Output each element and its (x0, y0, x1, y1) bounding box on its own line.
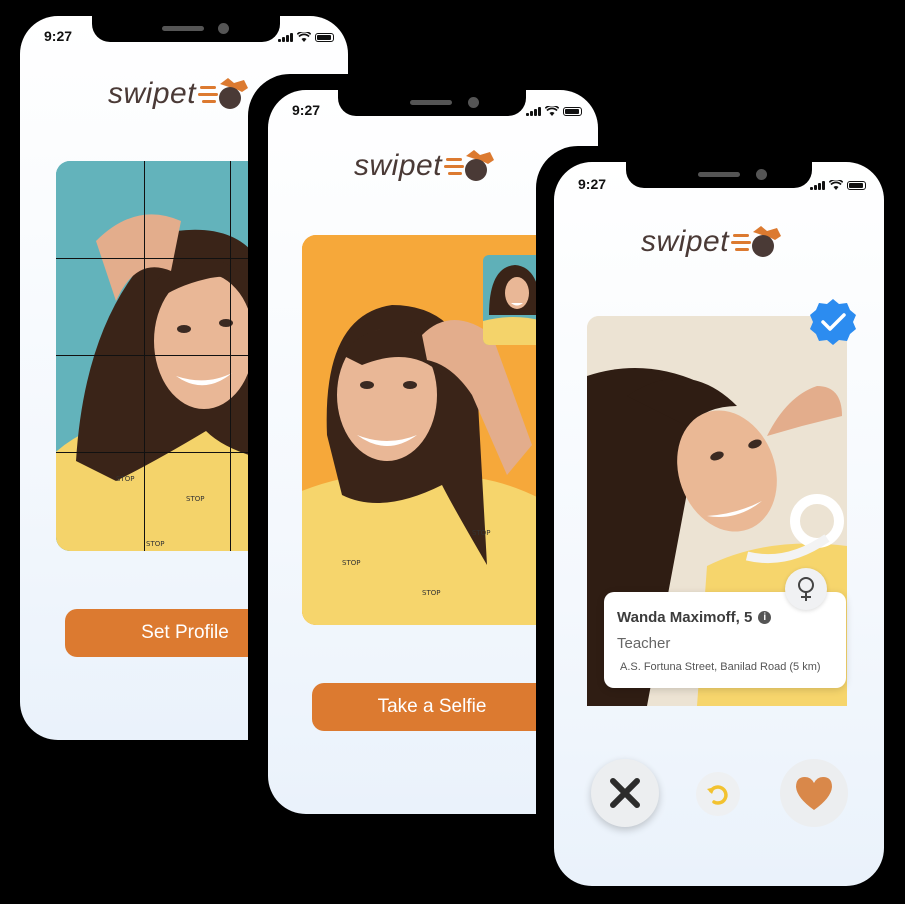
svg-text:STOP: STOP (116, 475, 134, 483)
battery-icon (562, 107, 582, 116)
pet-speed-icon (444, 150, 495, 181)
verified-check-icon (810, 299, 856, 345)
status-icons (810, 180, 866, 190)
svg-text:STOP: STOP (472, 529, 490, 537)
svg-text:STOP: STOP (422, 589, 440, 597)
profile-occupation: Teacher (617, 635, 671, 652)
notch (626, 162, 812, 188)
profile-name: Wanda Maximoff, 5 (617, 609, 753, 626)
svg-text:STOP: STOP (146, 540, 164, 548)
info-icon[interactable]: i (758, 611, 772, 624)
profile-photo: STOP STOP STOP (56, 161, 256, 551)
undo-icon (707, 785, 728, 805)
selfie-photo: STOP STOP STOP (302, 235, 542, 625)
svg-text:STOP: STOP (186, 495, 204, 503)
selfie-thumbnail-image (483, 255, 542, 345)
gender-badge (785, 568, 827, 610)
verified-badge (808, 297, 858, 347)
selfie-preview-thumbnail (483, 255, 542, 345)
pet-speed-icon (198, 78, 249, 109)
woman-portrait-image: STOP STOP STOP (56, 161, 256, 551)
wifi-icon (296, 32, 311, 42)
grid-line (56, 355, 256, 356)
close-icon (610, 778, 640, 808)
app-logo: swipet (354, 146, 496, 186)
signal-icon (810, 181, 825, 190)
like-button[interactable] (780, 759, 848, 827)
profile-name-row: Wanda Maximoff, 5 i (617, 609, 772, 626)
svg-text:STOP: STOP (342, 559, 360, 567)
app-logo: swipet (641, 222, 783, 262)
heart-icon (796, 777, 832, 810)
notch (338, 90, 526, 116)
signal-icon (278, 33, 293, 42)
take-selfie-button[interactable]: Take a Selfie (312, 683, 552, 731)
pet-speed-icon (731, 226, 782, 257)
battery-icon (314, 33, 334, 42)
status-icons (278, 32, 334, 42)
status-time: 9:27 (44, 28, 73, 44)
dislike-button[interactable] (591, 759, 659, 827)
grid-line (144, 161, 145, 551)
app-logo: swipet (108, 74, 250, 114)
female-icon (798, 577, 814, 601)
grid-line (56, 258, 256, 259)
wifi-icon (828, 180, 843, 190)
grid-line (56, 452, 256, 453)
status-time: 9:27 (292, 102, 321, 118)
wifi-icon (544, 106, 559, 116)
profile-address: A.S. Fortuna Street, Banilad Road (5 km) (620, 661, 821, 673)
status-icons (526, 106, 582, 116)
notch (92, 16, 280, 42)
grid-line (230, 161, 231, 551)
phone-match-screen: 9:27 swipet Wanda Maximoff, 5 i Teacher … (536, 146, 888, 890)
signal-icon (526, 107, 541, 116)
battery-icon (846, 181, 866, 190)
undo-button[interactable] (696, 772, 740, 816)
status-time: 9:27 (578, 176, 607, 192)
